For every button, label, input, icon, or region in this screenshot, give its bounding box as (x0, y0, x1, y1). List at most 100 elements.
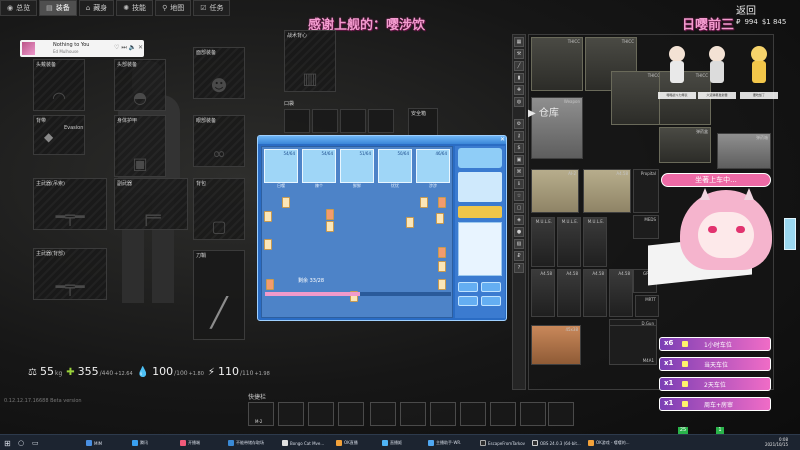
quick-slot[interactable] (460, 402, 486, 426)
taskbar-item[interactable]: 开播端 (180, 438, 200, 448)
tab-gear[interactable]: ▤ 装备 (39, 0, 77, 16)
quick-slot[interactable] (370, 402, 396, 426)
chat-box[interactable] (458, 222, 502, 276)
quick-slot[interactable]: M-2 (248, 402, 274, 426)
pocket-slot-2[interactable] (312, 109, 338, 133)
slot-face-cover[interactable]: 面部装备 ☻ (193, 47, 245, 99)
back-button[interactable]: 返回 (736, 2, 766, 17)
pocket-slot-3[interactable] (340, 109, 366, 133)
slot-headwear[interactable]: 头部装备 ◓ (114, 59, 166, 111)
mahjong-tile[interactable] (264, 239, 272, 250)
system-clock[interactable]: 0:08 2021/10/15 (765, 437, 788, 447)
taskbar-item[interactable]: Bongo Cat Mve... (282, 438, 324, 448)
map-filter-icon[interactable]: ▧ (514, 239, 524, 249)
tab-hideout[interactable]: ⌂ 藏身 (78, 0, 115, 16)
other-filter-icon[interactable]: ? (514, 263, 524, 273)
money-filter-icon[interactable]: ₽ (514, 251, 524, 261)
game-button[interactable] (458, 296, 478, 306)
stash-item[interactable]: M.U.L.E. (583, 217, 607, 267)
stash-item[interactable]: A4.58 (609, 269, 633, 317)
mahjong-tile[interactable] (326, 221, 334, 232)
weapon-filter-icon[interactable]: ╱ (514, 61, 524, 71)
slot-eyewear[interactable]: 眼部装备 ∞ (193, 115, 245, 167)
stash-item[interactable]: 弹药箱 (717, 133, 771, 169)
mahjong-tile[interactable] (420, 197, 428, 208)
quick-slot[interactable] (338, 402, 364, 426)
stash-item[interactable]: AI-2 (531, 169, 579, 213)
tab-tasks[interactable]: ☑ 任务 (193, 0, 231, 16)
slot-backpack[interactable]: 背包 ▢ (193, 178, 245, 240)
ammo-filter-icon[interactable]: ▮ (514, 73, 524, 83)
taskbar-item[interactable]: OBS 24.0.3 (64-bit... (532, 438, 581, 448)
slot-body-armor[interactable]: 身体护甲 ▣ (114, 115, 166, 177)
grenade-filter-icon[interactable]: ● (514, 227, 524, 237)
taskbar-item[interactable]: 直播姬 (382, 438, 402, 448)
props-row[interactable] (458, 206, 502, 218)
mahjong-tile[interactable] (266, 279, 274, 290)
slot-earpiece[interactable]: 头戴装备 ◠ (33, 59, 85, 111)
mahjong-tile[interactable] (326, 209, 334, 220)
quick-slot[interactable] (430, 402, 456, 426)
stash-item[interactable]: THICC (611, 71, 663, 125)
windows-start-icon[interactable]: ⊞ (4, 438, 11, 448)
stash-item[interactable]: 弹药盒 (659, 127, 711, 163)
stash-item[interactable]: 45x38 (531, 325, 581, 365)
search-icon[interactable]: ○ (18, 438, 24, 448)
game-button[interactable] (458, 282, 478, 292)
slot-tactical-rig[interactable]: 战术背心 ▥ (284, 30, 336, 92)
mahjong-tile[interactable] (406, 217, 414, 228)
volume-icon[interactable]: 🔈 (129, 44, 136, 51)
mahjong-tile[interactable] (282, 197, 290, 208)
game-button[interactable] (481, 296, 501, 306)
slot-armband[interactable]: 背带 Evasion ◆ (33, 115, 85, 155)
stash-item[interactable]: A4.58 (557, 269, 581, 317)
taskbar-item[interactable]: 腾讯 (132, 438, 148, 448)
slot-primary-back[interactable]: 主武器(背部) ━╤━ (33, 248, 107, 300)
quick-slot[interactable] (278, 402, 304, 426)
tab-overview[interactable]: ◉ 总览 (0, 0, 38, 16)
tab-skills[interactable]: ✺ 技能 (116, 0, 154, 16)
tab-map[interactable]: ⚲ 地图 (155, 0, 192, 16)
slot-secure-container[interactable]: 安全箱 (408, 108, 438, 138)
medical-filter-icon[interactable]: ✚ (514, 85, 524, 95)
mahjong-tile[interactable] (438, 261, 446, 272)
armor-filter-icon[interactable]: ◈ (514, 215, 524, 225)
game-button[interactable] (481, 282, 501, 292)
mods-filter-icon[interactable]: ⌘ (514, 167, 524, 177)
food-filter-icon[interactable]: ◍ (514, 97, 524, 107)
slot-holster[interactable]: 副武器 ╒═ (114, 178, 188, 230)
filter-icon[interactable]: ⚒ (514, 49, 524, 59)
mahjong-tile[interactable] (438, 247, 446, 258)
gear-filter-icon[interactable]: ⚙ (514, 119, 524, 129)
task-view-icon[interactable]: ▭ (32, 438, 39, 448)
sort-icon[interactable]: ▦ (514, 37, 524, 47)
key-filter-icon[interactable]: ⚷ (514, 131, 524, 141)
quick-slot[interactable] (548, 402, 574, 426)
stash-item[interactable]: M.U.L.E. (531, 217, 555, 267)
mahjong-tile[interactable] (438, 279, 446, 290)
window-titlebar[interactable]: ✕ (258, 136, 506, 144)
quick-slot[interactable] (400, 402, 426, 426)
stash-item[interactable]: A4.58 (583, 169, 631, 213)
barter-filter-icon[interactable]: $ (514, 143, 524, 153)
skip-icon[interactable]: ⏭ (121, 44, 126, 51)
quick-slot[interactable] (520, 402, 546, 426)
close-icon[interactable]: ✕ (138, 44, 143, 51)
mahjong-tile[interactable] (264, 211, 272, 222)
mahjong-game-window[interactable]: ✕ 54/64 日嘤 54/64 辣个 51/64 鲜鲜 50/64 忧忧 46/64 涉… (257, 135, 507, 321)
info-filter-icon[interactable]: ℹ (514, 179, 524, 189)
quick-slot[interactable] (490, 402, 516, 426)
backpack-filter-icon[interactable]: ▢ (514, 203, 524, 213)
slot-primary-sling[interactable]: 主武器(吊索) ━╤━ (33, 178, 107, 230)
taskbar-item[interactable]: MIM (86, 438, 102, 448)
pocket-slot-1[interactable] (284, 109, 310, 133)
game-board[interactable]: 54/64 日嘤 54/64 辣个 51/64 鲜鲜 50/64 忧忧 46/64 涉涉 … (261, 146, 453, 318)
special-filter-icon[interactable]: ☆ (514, 191, 524, 201)
stash-item[interactable]: THICC (531, 37, 583, 91)
pocket-slot-4[interactable] (368, 109, 394, 133)
quick-slot[interactable] (308, 402, 334, 426)
slot-scabbard[interactable]: 刀鞘 ╱ (193, 250, 245, 340)
chevron-down-icon[interactable]: ▶ (528, 108, 536, 119)
stash-item[interactable]: A4.58 (583, 269, 607, 317)
taskbar-item[interactable]: OK直播 (336, 438, 358, 448)
